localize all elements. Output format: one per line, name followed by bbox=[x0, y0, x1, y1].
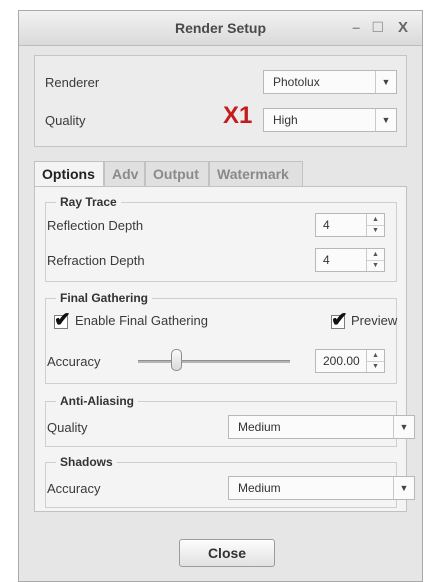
spin-down-icon[interactable]: ▼ bbox=[367, 225, 384, 236]
spin-down-icon[interactable]: ▼ bbox=[367, 260, 384, 271]
tab-options[interactable]: Options bbox=[34, 161, 104, 188]
accuracy-value: 200.00 bbox=[323, 354, 360, 368]
close-button[interactable]: Close bbox=[179, 539, 275, 567]
accuracy-label: Accuracy bbox=[47, 354, 101, 369]
quality-select[interactable]: High ▼ bbox=[263, 108, 397, 132]
enable-final-gathering-label: Enable Final Gathering bbox=[75, 313, 208, 328]
shadows-legend: Shadows bbox=[56, 455, 117, 469]
ray-trace-group: Ray Trace Reflection Depth 4 ▲ ▼ Refract… bbox=[45, 195, 397, 282]
render-setup-window: Render Setup – ☐ X Renderer Photolux ▼ Q… bbox=[18, 10, 423, 582]
refraction-depth-value: 4 bbox=[323, 253, 330, 267]
maximize-icon[interactable]: ☐ bbox=[371, 19, 384, 36]
tab-output[interactable]: Output bbox=[145, 161, 209, 187]
renderer-select[interactable]: Photolux ▼ bbox=[263, 70, 397, 94]
aa-quality-select[interactable]: Medium ▼ bbox=[228, 415, 415, 439]
annotation-x1: X1 bbox=[223, 102, 253, 129]
accuracy-slider-thumb[interactable] bbox=[170, 349, 182, 371]
options-panel: Ray Trace Reflection Depth 4 ▲ ▼ Refract… bbox=[34, 186, 415, 512]
aa-quality-value: Medium bbox=[238, 420, 281, 434]
final-gathering-group: Final Gathering ✔ Enable Final Gathering… bbox=[45, 291, 398, 384]
dropdown-arrow-icon: ▼ bbox=[393, 477, 414, 499]
tab-adv[interactable]: Adv bbox=[104, 161, 145, 187]
close-icon[interactable]: X bbox=[398, 19, 408, 36]
ray-trace-legend: Ray Trace bbox=[56, 195, 121, 209]
quality-value: High bbox=[273, 113, 298, 127]
shadows-group: Shadows Accuracy Medium ▼ bbox=[45, 455, 415, 508]
window-title: Render Setup bbox=[174, 20, 266, 36]
anti-aliasing-group: Anti-Aliasing Quality Medium ▼ bbox=[45, 394, 415, 447]
renderer-value: Photolux bbox=[273, 75, 320, 89]
checkmark-icon: ✔ bbox=[331, 309, 348, 331]
spin-down-icon[interactable]: ▼ bbox=[367, 361, 384, 372]
dropdown-arrow-icon: ▼ bbox=[375, 109, 396, 131]
reflection-depth-label: Reflection Depth bbox=[47, 218, 144, 233]
renderer-group: Renderer Photolux ▼ Quality X1 High ▼ bbox=[34, 55, 407, 147]
reflection-depth-spinner[interactable]: 4 ▲ ▼ bbox=[315, 213, 385, 237]
final-gathering-legend: Final Gathering bbox=[56, 291, 153, 305]
title-bar[interactable]: Render Setup – ☐ X bbox=[19, 11, 422, 46]
checkmark-icon: ✔ bbox=[54, 309, 71, 331]
quality-label: Quality bbox=[45, 113, 86, 128]
anti-aliasing-legend: Anti-Aliasing bbox=[56, 394, 138, 408]
preview-checkbox[interactable]: ✔ bbox=[331, 309, 348, 331]
shadows-accuracy-label: Accuracy bbox=[47, 481, 101, 496]
shadows-accuracy-value: Medium bbox=[238, 481, 281, 495]
refraction-depth-label: Refraction Depth bbox=[47, 253, 145, 268]
dropdown-arrow-icon: ▼ bbox=[375, 71, 396, 93]
tab-watermark[interactable]: Watermark bbox=[209, 161, 303, 187]
refraction-depth-spinner[interactable]: 4 ▲ ▼ bbox=[315, 248, 385, 272]
minimize-icon[interactable]: – bbox=[352, 19, 360, 35]
dropdown-arrow-icon: ▼ bbox=[393, 416, 414, 438]
preview-label: Preview bbox=[351, 313, 398, 328]
renderer-label: Renderer bbox=[45, 75, 100, 90]
shadows-accuracy-select[interactable]: Medium ▼ bbox=[228, 476, 415, 500]
reflection-depth-value: 4 bbox=[323, 218, 330, 232]
aa-quality-label: Quality bbox=[47, 420, 88, 435]
accuracy-slider-track[interactable] bbox=[138, 360, 290, 363]
accuracy-spinner[interactable]: 200.00 ▲ ▼ bbox=[315, 349, 385, 373]
enable-final-gathering-checkbox[interactable]: ✔ bbox=[54, 309, 71, 331]
